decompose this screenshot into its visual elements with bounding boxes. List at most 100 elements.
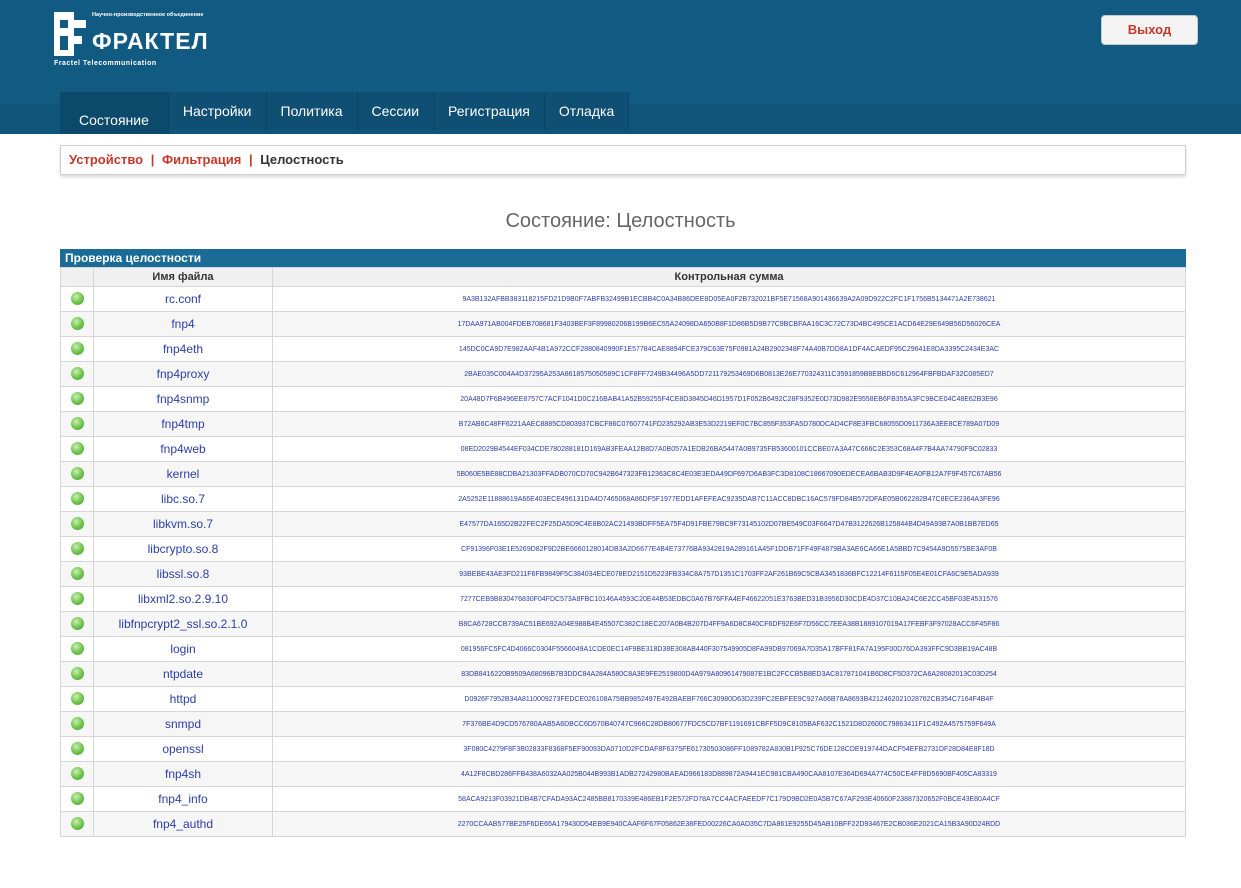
filename-cell[interactable]: libssl.so.8: [93, 561, 273, 587]
table-row: fnp4snmp 20A48D7F6B496EE8757C7ACF1041D0C2…: [60, 386, 1186, 412]
status-cell: [60, 461, 94, 487]
checksum-cell[interactable]: 9A3B132AFBB383118215FD21D9B0F7ABFB32499B…: [272, 286, 1186, 312]
filename-cell[interactable]: fnp4: [93, 311, 273, 337]
logo-tagline: Научно-производственное объединение: [92, 12, 204, 18]
subnav-item-integrity: Целостность: [260, 152, 344, 167]
integrity-table: Имя файла Контрольная сумма rc.conf 9A3B1…: [60, 267, 1186, 837]
status-cell: [60, 736, 94, 762]
column-header-status: [60, 267, 94, 287]
checksum-cell[interactable]: 145DC0CA9D7E982AAF4B1A972CCF2880840990F1…: [272, 336, 1186, 362]
filename-cell[interactable]: fnp4_authd: [93, 811, 273, 837]
subnav-item-device[interactable]: Устройство: [69, 152, 143, 167]
status-cell: [60, 686, 94, 712]
status-cell: [60, 611, 94, 637]
filename-cell[interactable]: openssl: [93, 736, 273, 762]
table-row: fnp4tmp B72AB6C48FF6221AAEC8885CD803937CB…: [60, 411, 1186, 437]
filename-cell[interactable]: fnp4sh: [93, 761, 273, 787]
checksum-cell[interactable]: 7277CEB9B830476830F04FDC573A8FBC10146A45…: [272, 586, 1186, 612]
filename-cell[interactable]: fnp4proxy: [93, 361, 273, 387]
column-header-filename: Имя файла: [93, 267, 273, 287]
table-row: rc.conf 9A3B132AFBB383118215FD21D9B0F7ABF…: [60, 286, 1186, 312]
checksum-cell[interactable]: E47577DA165D2B22FEC2F25DA5D9C4E8B02AC214…: [272, 511, 1186, 537]
filename-cell[interactable]: fnp4_info: [93, 786, 273, 812]
main-nav: Состояние Настройки Политика Сессии Регистра…: [60, 92, 630, 140]
logout-button[interactable]: Выход: [1101, 15, 1198, 45]
table-row: fnp4sh 4A12F8CBD286FFB438A6032AA025B044B9…: [60, 761, 1186, 787]
status-cell: [60, 536, 94, 562]
checksum-cell[interactable]: 3F080C4279F8F3B02833F8368F5EF90093DA0710…: [272, 736, 1186, 762]
status-ok-icon: [70, 792, 84, 806]
tab-0[interactable]: Состояние: [60, 92, 169, 140]
status-cell: [60, 661, 94, 687]
status-ok-icon: [70, 492, 84, 506]
filename-cell[interactable]: login: [93, 636, 273, 662]
table-row: fnp4_authd 2270CCAAB577BE25F6DE65A179430D…: [60, 811, 1186, 837]
checksum-cell[interactable]: B8CA6728CCB739AC51BE692A04E988B4E45507C3…: [272, 611, 1186, 637]
table-row: fnp4eth 145DC0CA9D7E982AAF4B1A972CCF28808…: [60, 336, 1186, 362]
tab-4[interactable]: Регистрация: [434, 92, 545, 130]
filename-cell[interactable]: snmpd: [93, 711, 273, 737]
checksum-cell[interactable]: 17DAA971AB004FDEB708681F3403BEF3F8998020…: [272, 311, 1186, 337]
filename-cell[interactable]: ntpdate: [93, 661, 273, 687]
table-row: libxml2.so.2.9.10 7277CEB9B830476830F04FD…: [60, 586, 1186, 612]
status-ok-icon: [70, 417, 84, 431]
filename-cell[interactable]: fnp4tmp: [93, 411, 273, 437]
status-cell: [60, 361, 94, 387]
checksum-cell[interactable]: D0926F7952B34A8110009273FEDCE026108A75BB…: [272, 686, 1186, 712]
table-row: libkvm.so.7 E47577DA165D2B22FEC2F25DA5D9C…: [60, 511, 1186, 537]
table-row: libc.so.7 2A5252E11888619A66E403ECE496131…: [60, 486, 1186, 512]
logo: Научно-производственное объединение ФРАК…: [52, 10, 252, 70]
tab-1[interactable]: Настройки: [168, 92, 267, 130]
table-row: fnp4web 08ED2029B4544EF034CDE780288181D16…: [60, 436, 1186, 462]
status-cell: [60, 636, 94, 662]
status-ok-icon: [70, 442, 84, 456]
checksum-cell[interactable]: 83DB8416220B9509A68096B7B3DDC84A284A580C…: [272, 661, 1186, 687]
status-cell: [60, 436, 94, 462]
status-cell: [60, 586, 94, 612]
filename-cell[interactable]: libkvm.so.7: [93, 511, 273, 537]
filename-cell[interactable]: kernel: [93, 461, 273, 487]
status-cell: [60, 761, 94, 787]
checksum-cell[interactable]: 4A12F8CBD286FFB438A6032AA025B044B993B1AD…: [272, 761, 1186, 787]
checksum-cell[interactable]: 2A5252E11888619A66E403ECE496131DA4D74650…: [272, 486, 1186, 512]
status-cell: [60, 411, 94, 437]
tab-3[interactable]: Сессии: [357, 92, 435, 130]
subnav-item-filtering[interactable]: Фильтрация: [162, 152, 241, 167]
checksum-cell[interactable]: 58ACA9213F03921DB4B7CFADA93AC2485BB81703…: [272, 786, 1186, 812]
filename-cell[interactable]: fnp4eth: [93, 336, 273, 362]
status-cell: [60, 486, 94, 512]
table-row: openssl 3F080C4279F8F3B02833F8368F5EF9009…: [60, 736, 1186, 762]
checksum-cell[interactable]: 5B060E5BE88CDBA21303FFADB070CD70C942B647…: [272, 461, 1186, 487]
subnav-separator: |: [150, 152, 155, 167]
checksum-cell[interactable]: 20A48D7F6B496EE8757C7ACF1041D0C216BAB41A…: [272, 386, 1186, 412]
status-ok-icon: [70, 317, 84, 331]
table-row: fnp4 17DAA971AB004FDEB708681F3403BEF3F899…: [60, 311, 1186, 337]
checksum-cell[interactable]: 08ED2029B4544EF034CDE780288181D169AB3FEA…: [272, 436, 1186, 462]
checksum-cell[interactable]: 93BEBE43AE3FD211F6FB9849F5C384034ECE078E…: [272, 561, 1186, 587]
checksum-cell[interactable]: B72AB6C48FF6221AAEC8885CD803937CBCF86C07…: [272, 411, 1186, 437]
integrity-panel: Проверка целостности Имя файла Контрольн…: [60, 249, 1186, 837]
checksum-cell[interactable]: CF91396F03E1E5269D82F9D2BE6660128014DB3A…: [272, 536, 1186, 562]
tab-2[interactable]: Политика: [266, 92, 358, 130]
status-ok-icon: [70, 567, 84, 581]
status-ok-icon: [70, 342, 84, 356]
status-cell: [60, 336, 94, 362]
status-ok-icon: [70, 617, 84, 631]
filename-cell[interactable]: libc.so.7: [93, 486, 273, 512]
subnav-separator: |: [248, 152, 253, 167]
filename-cell[interactable]: fnp4web: [93, 436, 273, 462]
checksum-cell[interactable]: 081956FC5FC4D4066C0304F5566049A1CDE0EC14…: [272, 636, 1186, 662]
filename-cell[interactable]: libxml2.so.2.9.10: [93, 586, 273, 612]
filename-cell[interactable]: libfnpcrypt2_ssl.so.2.1.0: [93, 611, 273, 637]
checksum-cell[interactable]: 2BAE035C004A4D37295A253A8618575050589C1C…: [272, 361, 1186, 387]
page-title: Состояние: Целостность: [505, 210, 736, 232]
tab-5[interactable]: Отладка: [544, 92, 630, 130]
filename-cell[interactable]: libcrypto.so.8: [93, 536, 273, 562]
filename-cell[interactable]: httpd: [93, 686, 273, 712]
status-ok-icon: [70, 717, 84, 731]
checksum-cell[interactable]: 2270CCAAB577BE25F6DE65A179430D54EB9E940C…: [272, 811, 1186, 837]
filename-cell[interactable]: fnp4snmp: [93, 386, 273, 412]
checksum-cell[interactable]: 7F376BE4D9CD576780AAB5A6DBCC6D570B40747C…: [272, 711, 1186, 737]
status-cell: [60, 386, 94, 412]
filename-cell[interactable]: rc.conf: [93, 286, 273, 312]
